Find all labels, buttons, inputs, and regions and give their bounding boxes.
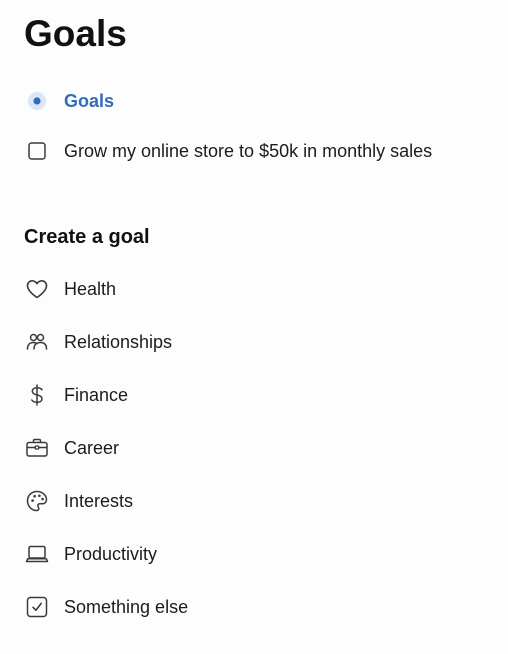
radio-dot-icon: [24, 88, 50, 114]
goal-item[interactable]: Grow my online store to $50k in monthly …: [24, 134, 484, 168]
create-goal-title: Create a goal: [24, 226, 150, 248]
category-something-else[interactable]: Something else: [24, 590, 484, 624]
page-title: Goals: [24, 13, 127, 54]
category-label: Health: [64, 279, 117, 299]
goals-group-label: Goals: [64, 91, 115, 111]
palette-icon: [24, 488, 50, 514]
heart-icon: [24, 276, 50, 302]
category-finance[interactable]: Finance: [24, 378, 484, 412]
goal-item-label: Grow my online store to $50k in monthly …: [64, 141, 433, 161]
checkbox[interactable]: [24, 138, 50, 164]
laptop-icon: [24, 541, 50, 567]
category-health[interactable]: Health: [24, 272, 484, 306]
category-label: Productivity: [64, 544, 158, 564]
checkbox-check-icon: [24, 594, 50, 620]
category-label: Relationships: [64, 332, 173, 352]
goals-page: Goals Goals Grow my online store to $50k…: [0, 0, 508, 654]
category-productivity[interactable]: Productivity: [24, 537, 484, 571]
category-career[interactable]: Career: [24, 431, 484, 465]
category-interests[interactable]: Interests: [24, 484, 484, 518]
category-relationships[interactable]: Relationships: [24, 325, 484, 359]
category-label: Interests: [64, 491, 134, 511]
people-icon: [24, 329, 50, 355]
dollar-icon: [24, 382, 50, 408]
briefcase-icon: [24, 435, 50, 461]
goals-group-header[interactable]: Goals: [24, 84, 484, 118]
category-label: Something else: [64, 597, 189, 617]
category-label: Career: [64, 438, 120, 458]
category-label: Finance: [64, 385, 129, 405]
